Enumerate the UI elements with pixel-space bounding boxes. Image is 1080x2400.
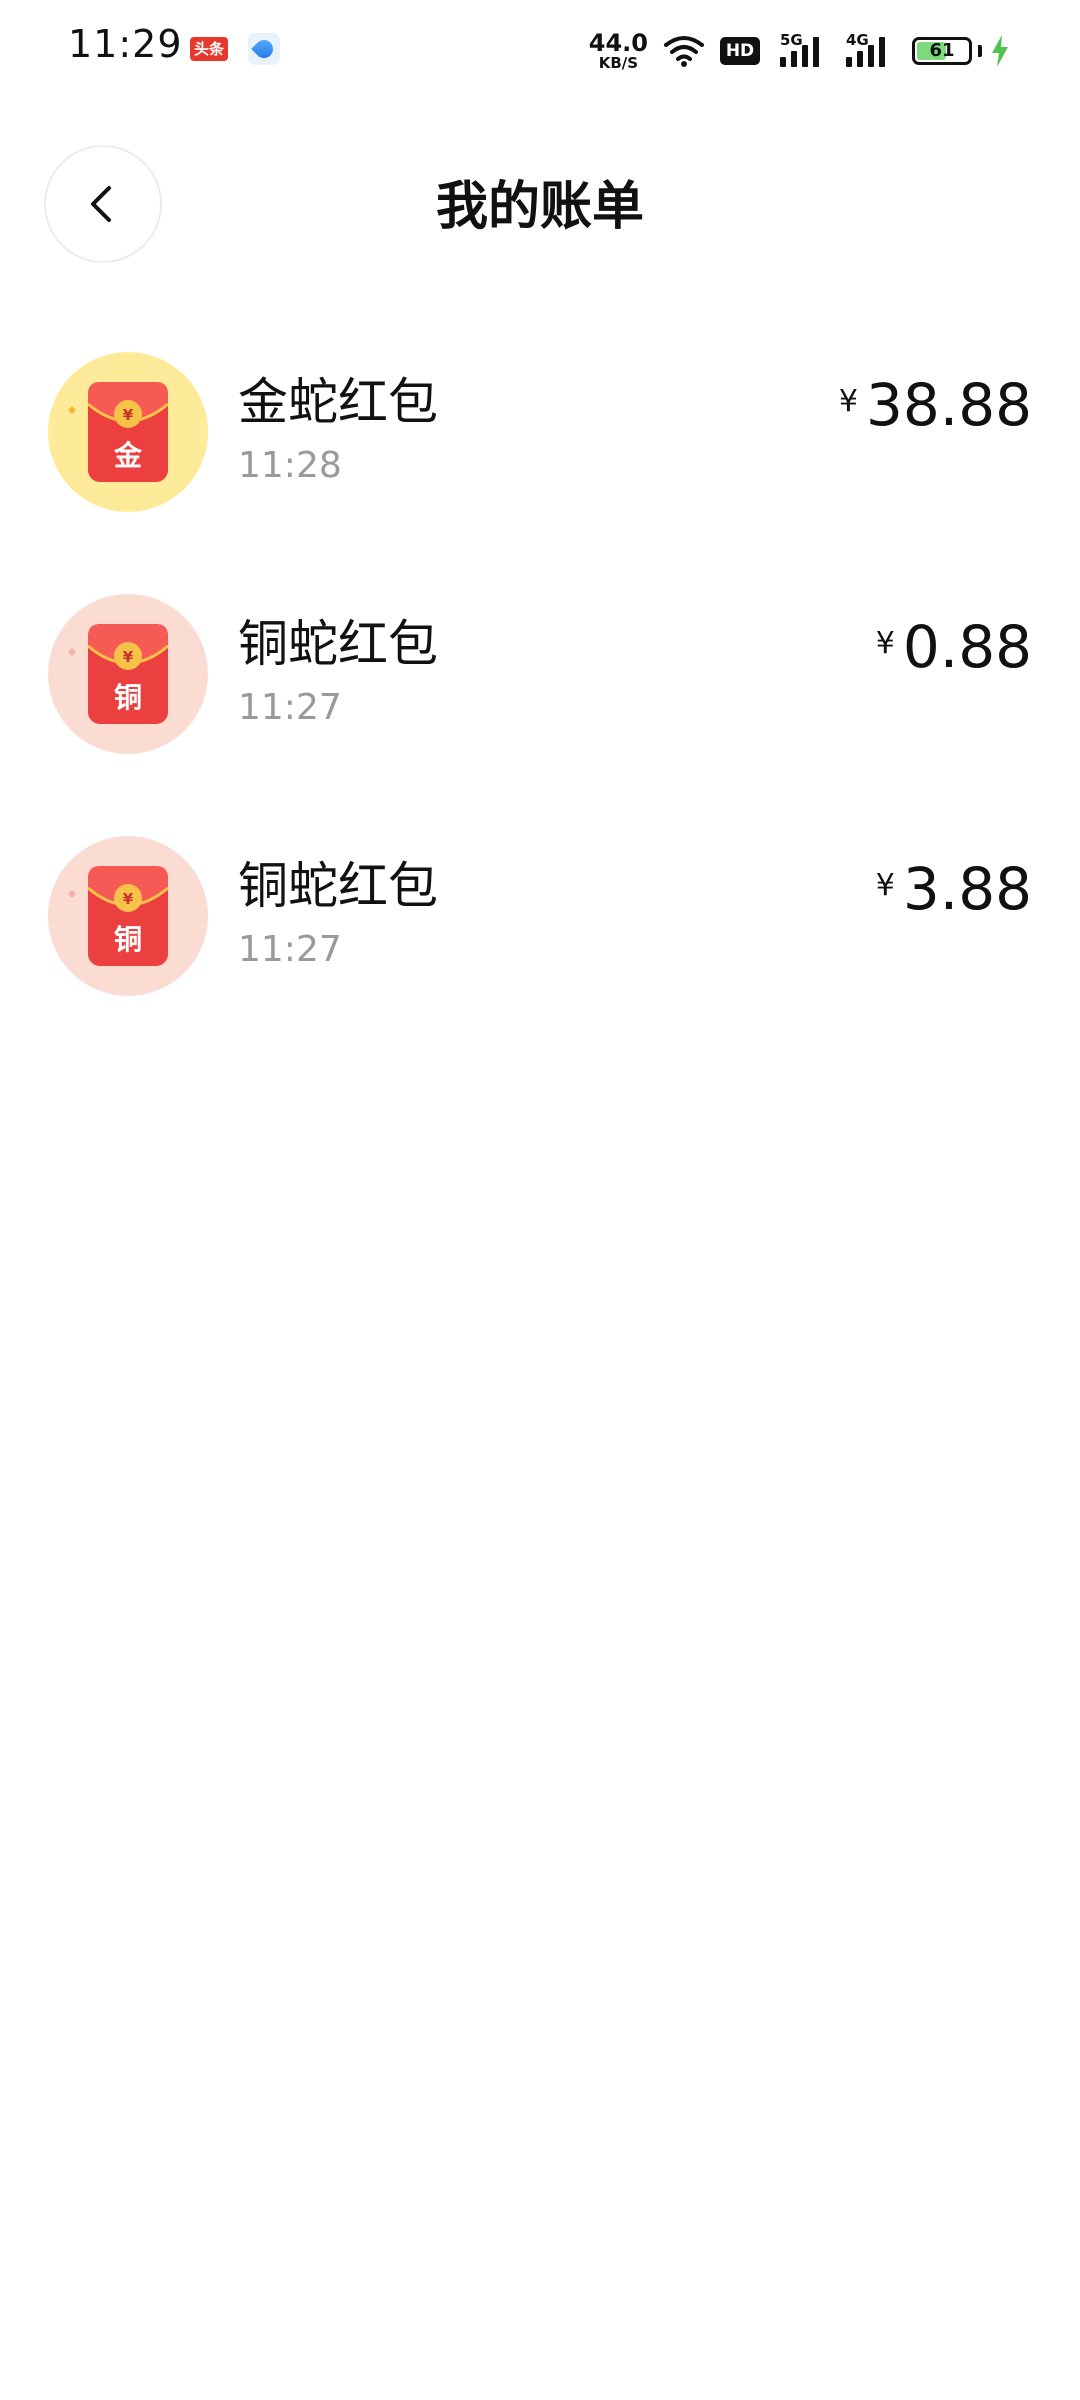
svg-text:¥: ¥ (123, 406, 134, 424)
browser-app-icon (248, 33, 280, 65)
bill-time: 11:27 (238, 929, 342, 970)
wifi-icon (664, 36, 704, 67)
bill-list: ¥ 金 金蛇红包 11:28 ¥ 38.88 ¥ 铜 铜蛇红包 11:27 ¥ … (0, 340, 1080, 1066)
svg-text:¥: ¥ (123, 648, 134, 666)
bill-amount: ¥ 3.88 (876, 854, 1032, 924)
copper-red-packet-icon: ¥ 铜 (48, 594, 208, 754)
bill-time: 11:27 (238, 687, 342, 728)
gold-red-packet-icon: ¥ 金 (48, 352, 208, 512)
bill-item[interactable]: ¥ 铜 铜蛇红包 11:27 ¥ 3.88 (0, 824, 1080, 1066)
status-indicators: 44.0 KB/S HD 5G 4G 61 (589, 28, 1010, 74)
copper-red-packet-icon: ¥ 铜 (48, 836, 208, 996)
signal-5g-icon: 5G (780, 31, 828, 69)
battery-level: 61 (929, 40, 955, 61)
packet-badge-char: 金 (113, 439, 143, 472)
bill-amount: ¥ 0.88 (876, 612, 1032, 682)
amount-value: 38.88 (865, 371, 1032, 439)
bill-name: 铜蛇红包 (238, 857, 438, 915)
status-time: 11:29 (68, 22, 183, 66)
currency-symbol: ¥ (875, 626, 895, 661)
svg-text:¥: ¥ (123, 890, 134, 908)
network-speed: 44.0 KB/S (589, 31, 648, 71)
news-app-icon: 头条 (190, 37, 228, 61)
bill-item[interactable]: ¥ 金 金蛇红包 11:28 ¥ 38.88 (0, 340, 1080, 582)
bill-name: 金蛇红包 (238, 373, 438, 431)
signal-4g-icon: 4G (846, 31, 894, 69)
amount-value: 3.88 (902, 855, 1032, 923)
packet-badge-char: 铜 (114, 923, 142, 956)
battery-icon: 61 (912, 37, 972, 65)
bill-item[interactable]: ¥ 铜 铜蛇红包 11:27 ¥ 0.88 (0, 582, 1080, 824)
signal-5g-label: 5G (780, 31, 803, 49)
bill-name: 铜蛇红包 (238, 615, 438, 673)
packet-badge-char: 铜 (114, 681, 142, 714)
network-speed-unit: KB/S (598, 54, 639, 72)
currency-symbol: ¥ (838, 384, 858, 419)
network-speed-value: 44.0 (588, 29, 648, 57)
amount-value: 0.88 (902, 613, 1032, 681)
status-bar: 11:29 头条 44.0 KB/S HD 5G 4G 61 (0, 0, 1080, 100)
signal-4g-label: 4G (846, 31, 869, 49)
hd-voice-icon: HD (720, 37, 760, 65)
bill-amount: ¥ 38.88 (839, 370, 1032, 440)
currency-symbol: ¥ (875, 868, 895, 903)
battery-cap (978, 45, 982, 57)
charging-bolt-icon (992, 35, 1008, 67)
page-title: 我的账单 (435, 177, 644, 237)
bill-time: 11:28 (238, 445, 342, 486)
